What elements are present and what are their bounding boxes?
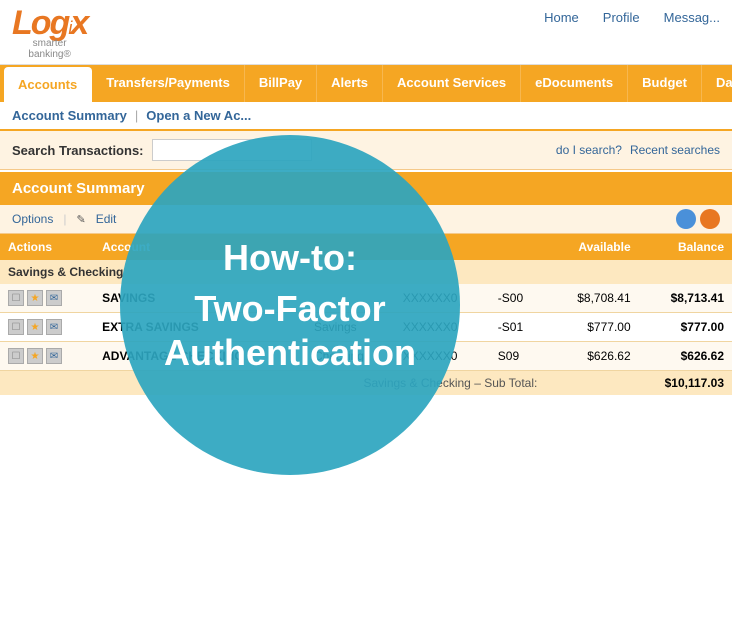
row3-actions: ☐ ★ ✉ [0, 342, 94, 371]
star-icon-3[interactable]: ★ [27, 348, 43, 364]
nav-item-budget[interactable]: Budget [628, 65, 702, 102]
row1-available: $8,708.41 [545, 284, 638, 313]
nav-item-accounts[interactable]: Accounts [4, 67, 92, 102]
subtotal-row: Savings & Checking – Sub Total: $10,117.… [0, 371, 732, 396]
search-help-link[interactable]: do I search? [556, 143, 622, 157]
section-savings-checking: Savings & Checking [0, 260, 732, 284]
col-suffix [490, 234, 546, 260]
search-label: Search Transactions: [12, 143, 144, 158]
row2-balance: $777.00 [639, 313, 732, 342]
refresh-icon [700, 209, 720, 229]
star-icon-1[interactable]: ★ [27, 290, 43, 306]
checkbox-icon-1[interactable]: ☐ [8, 290, 24, 306]
row3-available: $626.62 [545, 342, 638, 371]
subtotal-label: Savings & Checking – Sub Total: [0, 371, 545, 396]
nav-item-alerts[interactable]: Alerts [317, 65, 383, 102]
row3-num: XXXXXX0 [395, 342, 490, 371]
mail-icon-2[interactable]: ✉ [46, 319, 62, 335]
checkbox-icon-2[interactable]: ☐ [8, 319, 24, 335]
search-links: do I search? Recent searches [556, 143, 720, 157]
mail-icon-3[interactable]: ✉ [46, 348, 62, 364]
globe-icon [676, 209, 696, 229]
edit-icon: ✎ [76, 213, 85, 226]
logo-text: Logix [12, 6, 87, 40]
action-icons-3: ☐ ★ ✉ [8, 348, 86, 364]
breadcrumb-open-account[interactable]: Open a New Ac... [146, 108, 251, 123]
toolbar-divider: | [63, 212, 66, 226]
summary-toolbar: Options | ✎ Edit [0, 205, 732, 234]
action-icons-2: ☐ ★ ✉ [8, 319, 86, 335]
row3-type: Checking [306, 342, 395, 371]
col-type [306, 234, 395, 260]
search-input[interactable] [152, 139, 312, 161]
table-row: ☐ ★ ✉ SAVINGS XXXXXX0 -S00 $8,708.41 $8,… [0, 284, 732, 313]
row1-suffix: -S00 [490, 284, 546, 313]
col-account: Account [94, 234, 306, 260]
breadcrumb-divider: | [135, 108, 138, 123]
star-icon-2[interactable]: ★ [27, 319, 43, 335]
accounts-table: Actions Account Available Balance Saving… [0, 234, 732, 395]
subtotal-value: $10,117.03 [545, 371, 732, 396]
table-row: ☐ ★ ✉ EXTRA SAVINGS Savings XXXXXX0 -S01… [0, 313, 732, 342]
breadcrumb: Account Summary | Open a New Ac... [0, 102, 732, 131]
top-bar: Logix smarter banking® Home Profile Mess… [0, 0, 732, 65]
toolbar-edit[interactable]: Edit [96, 212, 117, 226]
row1-num: XXXXXX0 [395, 284, 490, 313]
checkbox-icon-3[interactable]: ☐ [8, 348, 24, 364]
top-nav: Home Profile Messag... [544, 6, 720, 25]
row3-balance: $626.62 [639, 342, 732, 371]
nav-item-edocuments[interactable]: eDocuments [521, 65, 628, 102]
toolbar-options[interactable]: Options [12, 212, 53, 226]
col-available: Available [545, 234, 638, 260]
nav-item-da[interactable]: Da... [702, 65, 732, 102]
search-bar: Search Transactions: do I search? Recent… [0, 131, 732, 170]
top-nav-home[interactable]: Home [544, 10, 579, 25]
action-icons-1: ☐ ★ ✉ [8, 290, 86, 306]
row1-type [306, 284, 395, 313]
col-actions: Actions [0, 234, 94, 260]
nav-item-transfers[interactable]: Transfers/Payments [92, 65, 245, 102]
row3-account-name[interactable]: ADVANTAGE CHECKING [94, 342, 306, 371]
col-balance: Balance [639, 234, 732, 260]
col-num [395, 234, 490, 260]
row2-type: Savings [306, 313, 395, 342]
row1-actions: ☐ ★ ✉ [0, 284, 94, 313]
row3-suffix: S09 [490, 342, 546, 371]
top-nav-profile[interactable]: Profile [603, 10, 640, 25]
mail-icon-1[interactable]: ✉ [46, 290, 62, 306]
nav-item-billpay[interactable]: BillPay [245, 65, 317, 102]
table-row: ☐ ★ ✉ ADVANTAGE CHECKING Checking XXXXXX… [0, 342, 732, 371]
row2-available: $777.00 [545, 313, 638, 342]
account-summary-header: Account Summary [0, 172, 732, 205]
breadcrumb-account-summary[interactable]: Account Summary [12, 108, 127, 123]
nav-item-account-services[interactable]: Account Services [383, 65, 521, 102]
row2-account-name[interactable]: EXTRA SAVINGS [94, 313, 306, 342]
row2-actions: ☐ ★ ✉ [0, 313, 94, 342]
search-recent-link[interactable]: Recent searches [630, 143, 720, 157]
main-nav: Accounts Transfers/Payments BillPay Aler… [0, 65, 732, 102]
row2-num: XXXXXX0 [395, 313, 490, 342]
row1-balance: $8,713.41 [639, 284, 732, 313]
top-nav-messages[interactable]: Messag... [664, 10, 720, 25]
logo-tagline: smarter banking® [28, 38, 70, 60]
row2-suffix: -S01 [490, 313, 546, 342]
logo: Logix smarter banking® [12, 6, 87, 60]
row1-account-name[interactable]: SAVINGS [94, 284, 306, 313]
